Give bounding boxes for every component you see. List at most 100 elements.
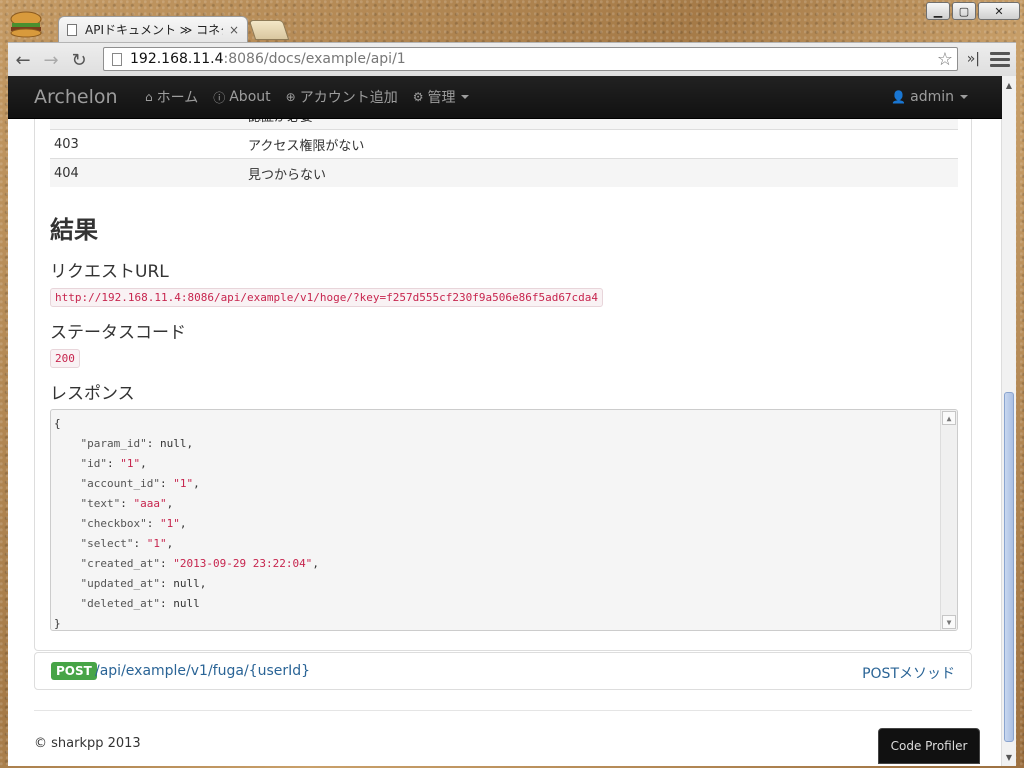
response-key: "account_id" xyxy=(80,477,160,490)
nav-items: ⌂ ホーム ⓘ About ⊕ アカウント追加 ⚙ 管理 xyxy=(145,76,484,118)
scroll-down-arrow-icon[interactable]: ▼ xyxy=(1002,750,1016,764)
top-navbar: Archelon ⌂ ホーム ⓘ About ⊕ アカウント追加 ⚙ 管理 👤 … xyxy=(8,76,1002,119)
extensions-chevron-icon[interactable]: »| xyxy=(967,51,980,67)
response-value: null xyxy=(173,597,200,610)
post-method-badge: POST xyxy=(51,662,97,680)
burger-logo-icon xyxy=(10,11,42,38)
table-row: 404 見つからない xyxy=(50,158,958,187)
response-value: null xyxy=(173,577,200,590)
post-method-row[interactable]: POST /api/example/v1/fuga/{userId} POSTメ… xyxy=(34,652,972,690)
status-desc-cell: アクセス権限がない xyxy=(244,129,958,159)
minimize-button[interactable]: ▁ xyxy=(926,2,950,20)
brand-link[interactable]: Archelon xyxy=(34,86,118,108)
home-icon: ⌂ xyxy=(145,90,153,104)
response-line: "deleted_at": null xyxy=(80,597,200,610)
scroll-up-arrow-icon[interactable]: ▲ xyxy=(1002,78,1016,92)
status-code-cell: 404 xyxy=(50,158,244,187)
code-profiler-button[interactable]: Code Profiler xyxy=(878,728,980,764)
url-host: 192.168.11.4 xyxy=(130,51,224,67)
response-lines: { "param_id": null, "id": "1", "account_… xyxy=(54,414,319,630)
response-line: "account_id": "1", xyxy=(80,477,200,490)
maximize-button[interactable]: ▢ xyxy=(952,2,976,20)
post-method-path-link[interactable]: /api/example/v1/fuga/{userId} xyxy=(95,663,310,679)
response-scrollbar[interactable]: ▲ ▼ xyxy=(940,410,957,630)
response-heading: レスポンス xyxy=(50,384,135,404)
plus-circle-icon: ⊕ xyxy=(285,90,296,104)
status-code-value: 200 xyxy=(50,349,80,368)
nav-item-add-account[interactable]: ⊕ アカウント追加 xyxy=(286,76,413,118)
user-icon: 👤 xyxy=(891,90,907,104)
response-line: "param_id": null, xyxy=(80,437,194,450)
gear-icon: ⚙ xyxy=(412,90,424,104)
response-value: null xyxy=(159,437,187,450)
request-url-value: http://192.168.11.4:8086/api/example/v1/… xyxy=(50,288,604,307)
caret-down-icon xyxy=(461,95,470,99)
browser-tab-active[interactable]: APIドキュメント ≫ コネクタ実 × xyxy=(58,16,248,42)
nav-item-label: アカウント追加 xyxy=(299,90,398,106)
address-bar[interactable]: 192.168.11.4:8086/docs/example/api/1 ☆ xyxy=(103,47,958,71)
browser-toolbar: ← → ↻ 192.168.11.4:8086/docs/example/api… xyxy=(8,42,1016,77)
user-name: admin xyxy=(910,89,954,105)
status-code-cell: 403 xyxy=(50,129,244,159)
back-arrow-icon[interactable]: ← xyxy=(12,49,34,71)
user-menu-dropdown[interactable]: 👤 admin xyxy=(891,76,968,118)
footer-divider xyxy=(34,710,972,711)
response-key: "deleted_at" xyxy=(80,597,160,610)
response-line: "updated_at": null, xyxy=(80,577,207,590)
result-heading: 結果 xyxy=(50,216,98,244)
response-key: "text" xyxy=(80,497,121,510)
response-code-block[interactable]: { "param_id": null, "id": "1", "account_… xyxy=(50,409,958,631)
request-url-heading: リクエストURL xyxy=(50,262,169,282)
response-key: "id" xyxy=(80,457,108,470)
info-icon: ⓘ xyxy=(213,90,226,105)
browser-tabstrip: APIドキュメント ≫ コネクタ実 × ▁ ▢ ✕ xyxy=(0,0,1024,42)
table-row: 403 アクセス権限がない xyxy=(50,129,958,159)
response-line: "select": "1", xyxy=(80,537,174,550)
scroll-down-arrow-icon[interactable]: ▼ xyxy=(942,615,956,629)
window-controls: ▁ ▢ ✕ xyxy=(926,2,1020,20)
scrollbar-thumb[interactable] xyxy=(1004,392,1014,742)
response-line: "id": "1", xyxy=(80,457,147,470)
page-scrollbar[interactable]: ▲ ▼ xyxy=(1001,76,1016,766)
browser-menu-icon[interactable] xyxy=(990,49,1010,69)
nav-item-admin-dropdown[interactable]: ⚙ 管理 xyxy=(413,76,485,118)
nav-item-about[interactable]: ⓘ About xyxy=(213,76,285,118)
post-method-description-link[interactable]: POSTメソッド xyxy=(862,663,955,683)
scroll-up-arrow-icon[interactable]: ▲ xyxy=(942,411,956,425)
response-brace: } xyxy=(54,617,61,630)
caret-down-icon xyxy=(960,95,968,99)
nav-item-home[interactable]: ⌂ ホーム xyxy=(145,76,213,118)
new-tab-button[interactable] xyxy=(248,20,290,40)
tab-title: APIドキュメント ≫ コネクタ実 xyxy=(85,23,223,37)
nav-item-label: About xyxy=(229,89,271,105)
response-line: { xyxy=(54,414,319,434)
document-icon xyxy=(67,23,77,36)
bookmark-star-icon[interactable]: ☆ xyxy=(937,49,953,70)
response-value: "1" xyxy=(173,477,194,490)
response-value: "2013-09-29 23:22:04" xyxy=(173,557,313,570)
close-window-button[interactable]: ✕ xyxy=(978,2,1020,20)
response-line: "checkbox": "1", xyxy=(80,517,187,530)
response-key: "created_at" xyxy=(80,557,160,570)
forward-arrow-icon[interactable]: → xyxy=(40,49,62,71)
tab-close-icon[interactable]: × xyxy=(229,23,239,37)
footer-copyright: © sharkpp 2013 xyxy=(34,736,141,751)
response-value: "aaa" xyxy=(133,497,167,510)
response-line: } xyxy=(54,614,319,630)
page-viewport: 401 認証が必要 403 アクセス権限がない 404 見つからない 結果 リク… xyxy=(8,76,1016,766)
response-line: "text": "aaa", xyxy=(80,497,174,510)
nav-item-label: ホーム xyxy=(156,90,199,106)
response-key: "checkbox" xyxy=(80,517,147,530)
response-key: "param_id" xyxy=(80,437,147,450)
status-code-heading: ステータスコード xyxy=(50,323,186,343)
response-key: "updated_at" xyxy=(80,577,160,590)
response-line: "created_at": "2013-09-29 23:22:04", xyxy=(80,557,319,570)
nav-item-label: 管理 xyxy=(427,90,456,106)
url-path: :8086/docs/example/api/1 xyxy=(223,51,406,67)
page-icon xyxy=(112,52,122,66)
response-value: "1" xyxy=(120,457,141,470)
response-value: "1" xyxy=(146,537,167,550)
reload-icon[interactable]: ↻ xyxy=(68,49,90,71)
status-desc-cell: 見つからない xyxy=(244,158,958,187)
response-brace: { xyxy=(54,417,61,430)
